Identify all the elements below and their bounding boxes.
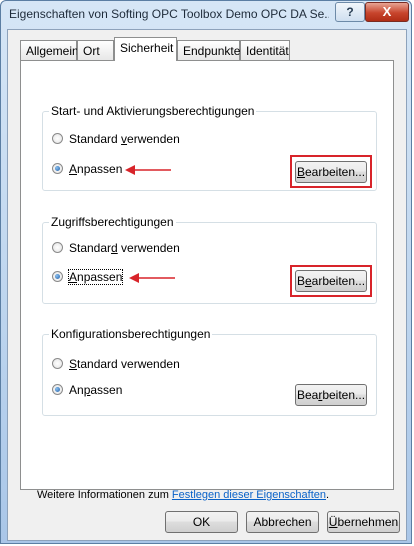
group-configuration: Konfigurationsberechtigungen Standard ve… — [42, 327, 377, 416]
help-button[interactable]: ? — [335, 2, 365, 22]
security-tab-panel: Start- und Aktivierungsberechtigungen St… — [20, 60, 394, 501]
ok-button[interactable]: OK — [165, 511, 238, 533]
info-text: Weitere Informationen zum Festlegen dies… — [37, 489, 330, 501]
group-access: Zugriffsberechtigungen Standard verwende… — [42, 215, 377, 304]
radio-label: Anpassen — [69, 383, 123, 397]
radio-label: Standard verwenden — [69, 357, 180, 371]
title-bar[interactable]: Eigenschaften von Softing OPC Toolbox De… — [1, 1, 411, 27]
apply-button[interactable]: Übernehmen — [327, 511, 400, 533]
highlight-box — [290, 265, 372, 297]
tab-identitaet[interactable]: Identität — [240, 40, 290, 60]
red-arrow-icon — [125, 165, 171, 175]
group-title: Konfigurationsberechtigungen — [49, 327, 213, 341]
radio-label: Anpassen — [67, 269, 124, 285]
dialog-client-area: Allgemein Ort Sicherheit Endpunkte Ident… — [7, 29, 407, 541]
close-button[interactable]: X — [365, 2, 409, 22]
radio-label: Standard verwenden — [69, 132, 180, 146]
radio-circle[interactable] — [52, 242, 63, 253]
help-link[interactable]: Festlegen dieser Eigenschaften — [172, 489, 326, 501]
red-arrow-icon — [129, 273, 175, 283]
tab-ort[interactable]: Ort — [77, 40, 114, 60]
tab-endpunkte[interactable]: Endpunkte — [177, 40, 240, 60]
group-launch-activation: Start- und Aktivierungsberechtigungen St… — [42, 104, 377, 191]
tab-allgemein[interactable]: Allgemein — [20, 40, 79, 60]
properties-dialog: Eigenschaften von Softing OPC Toolbox De… — [0, 0, 412, 544]
cancel-button[interactable]: Abbrechen — [246, 511, 319, 533]
radio-label: Anpassen — [69, 162, 123, 176]
tab-sicherheit[interactable]: Sicherheit — [114, 37, 177, 61]
group-title: Zugriffsberechtigungen — [49, 215, 176, 229]
radio-circle[interactable] — [52, 358, 63, 369]
radio-circle-checked[interactable] — [52, 384, 63, 395]
radio-label: Standard verwenden — [69, 241, 180, 255]
group-title: Start- und Aktivierungsberechtigungen — [49, 104, 257, 118]
edit-button[interactable]: Bearbeiten... — [295, 384, 367, 406]
highlight-box — [290, 155, 372, 188]
radio-circle[interactable] — [52, 133, 63, 144]
radio-circle-checked[interactable] — [52, 163, 63, 174]
window-title: Eigenschaften von Softing OPC Toolbox De… — [9, 7, 329, 21]
radio-circle-checked[interactable] — [52, 271, 63, 282]
